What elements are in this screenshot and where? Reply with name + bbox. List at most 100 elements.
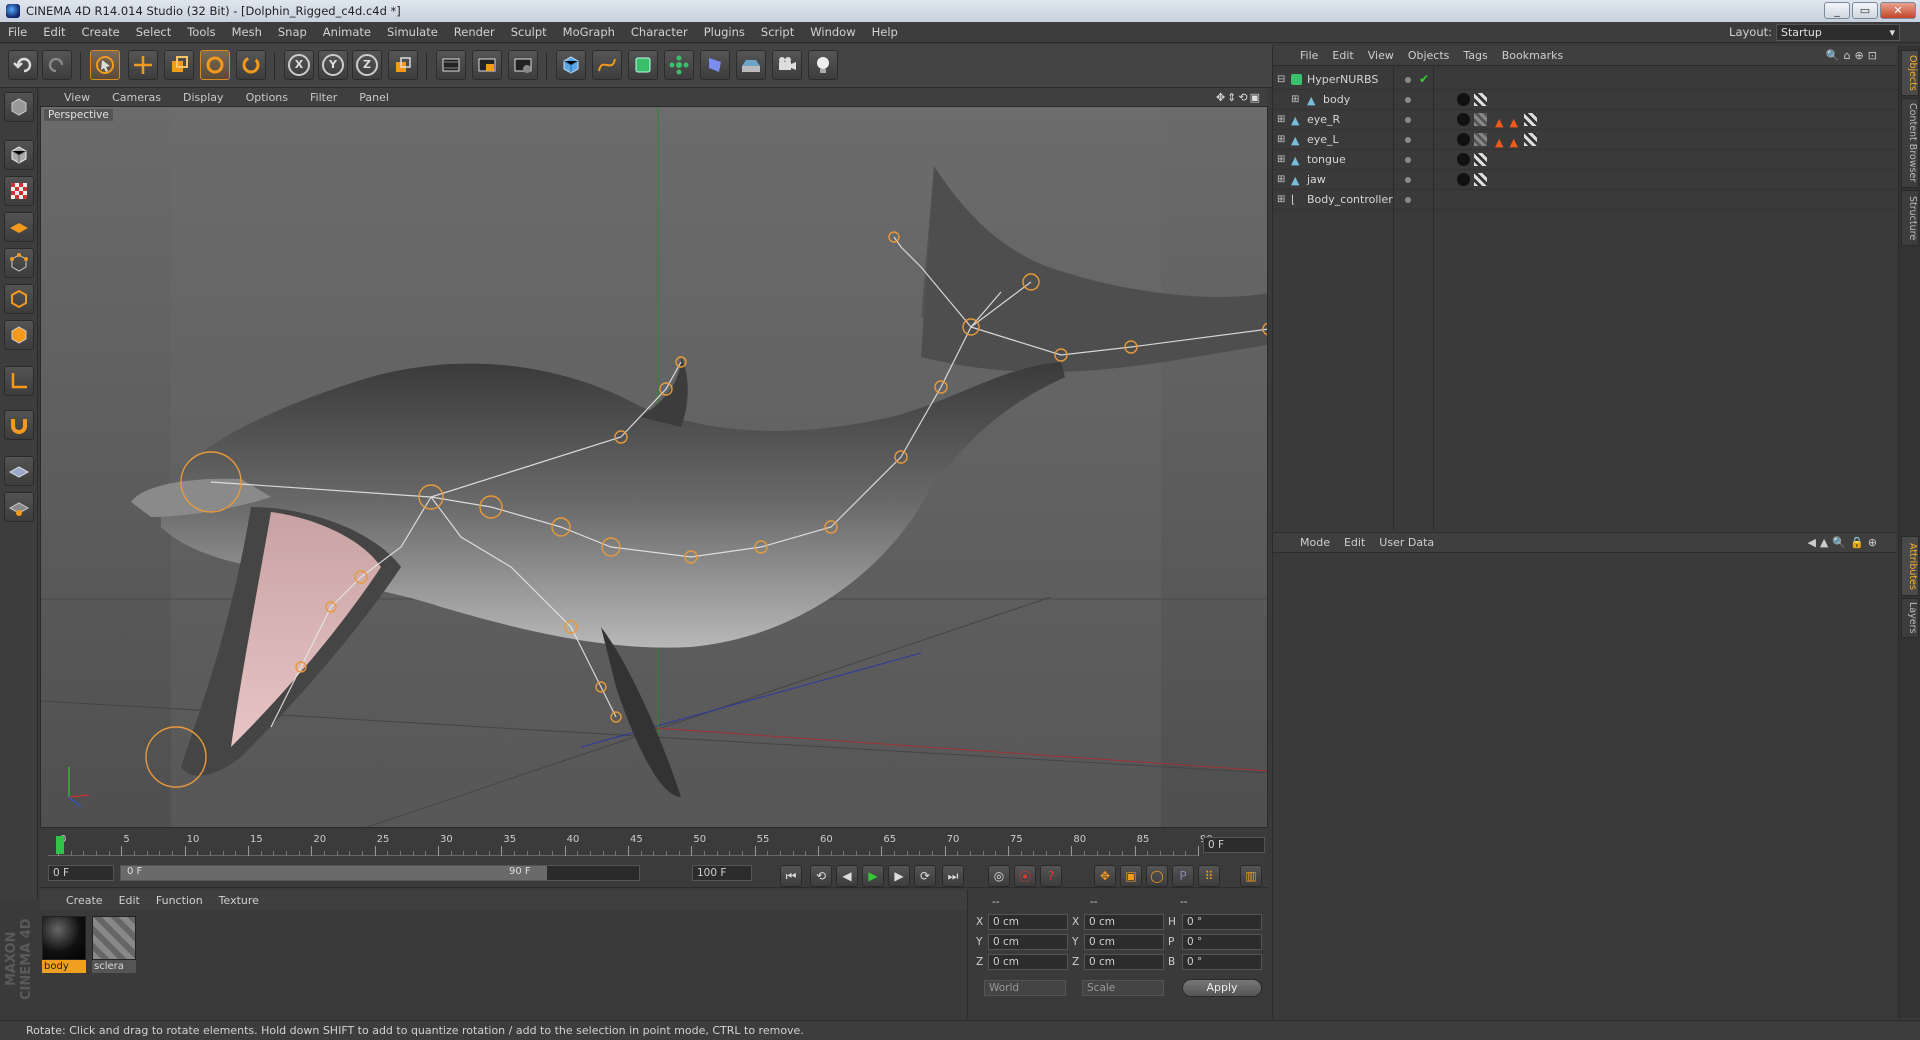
object-name[interactable]: HyperNURBS xyxy=(1307,70,1378,90)
object-name[interactable]: jaw xyxy=(1307,170,1326,190)
play-forward-icon[interactable]: ▶ xyxy=(862,865,884,887)
object-name[interactable]: body xyxy=(1323,90,1350,110)
obj-menu-tags[interactable]: Tags xyxy=(1456,49,1494,62)
deformer-icon[interactable] xyxy=(700,50,730,80)
expand-icon[interactable]: ⊞ xyxy=(1291,94,1299,105)
menu-animate[interactable]: Animate xyxy=(315,25,379,39)
menu-render[interactable]: Render xyxy=(446,25,503,39)
expand-icon[interactable]: ⊞ xyxy=(1277,114,1285,125)
light-icon[interactable] xyxy=(808,50,838,80)
edit-render-settings-icon[interactable] xyxy=(508,50,538,80)
attr-menu-user-data[interactable]: User Data xyxy=(1372,536,1441,549)
expand-icon[interactable]: ⊞ xyxy=(1277,194,1285,205)
camera-icon[interactable] xyxy=(772,50,802,80)
start-frame-field[interactable]: 0 F xyxy=(48,865,114,881)
locked-workplane-icon[interactable] xyxy=(4,456,34,486)
material-sclera[interactable]: sclera xyxy=(92,916,136,973)
menu-help[interactable]: Help xyxy=(864,25,906,39)
rot-h-field[interactable]: 0 ° xyxy=(1182,914,1262,930)
cube-icon[interactable] xyxy=(556,50,586,80)
menu-sculpt[interactable]: Sculpt xyxy=(503,25,555,39)
object-row-body-controller[interactable]: ⊞ ⌊ Body_controller xyxy=(1273,190,1897,210)
go-to-end-icon[interactable]: ⏭ xyxy=(942,865,964,887)
tab-content-browser[interactable]: Content Browser xyxy=(1901,98,1919,188)
floor-icon[interactable] xyxy=(736,50,766,80)
material-menu-edit[interactable]: Edit xyxy=(111,894,148,907)
live-selection-icon[interactable] xyxy=(90,50,120,80)
menu-window[interactable]: Window xyxy=(802,25,863,39)
menu-character[interactable]: Character xyxy=(623,25,696,39)
menu-create[interactable]: Create xyxy=(74,25,128,39)
close-button[interactable]: ✕ xyxy=(1880,2,1916,19)
expand-icon[interactable]: ⊞ xyxy=(1277,154,1285,165)
object-row-hypernurbs[interactable]: ⊟ HyperNURBS ✔ xyxy=(1273,70,1897,90)
coordinate-system-icon[interactable] xyxy=(388,50,418,80)
visibility-dot[interactable] xyxy=(1405,117,1411,123)
rot-b-field[interactable]: 0 ° xyxy=(1182,954,1262,970)
object-row-tongue[interactable]: ⊞ ▲ tongue xyxy=(1273,150,1897,170)
layout-select[interactable]: Startup ▾ xyxy=(1776,24,1900,41)
material-menu-function[interactable]: Function xyxy=(148,894,211,907)
menu-tools[interactable]: Tools xyxy=(179,25,223,39)
visibility-dot[interactable] xyxy=(1405,97,1411,103)
obj-menu-view[interactable]: View xyxy=(1361,49,1401,62)
object-name[interactable]: tongue xyxy=(1307,150,1346,170)
tag-icons[interactable] xyxy=(1437,153,1493,167)
visibility-dot[interactable] xyxy=(1405,77,1411,83)
menu-select[interactable]: Select xyxy=(128,25,179,39)
expand-icon[interactable]: ⊞ xyxy=(1277,174,1285,185)
attr-menu-edit[interactable]: Edit xyxy=(1337,536,1372,549)
pos-y-field[interactable]: 0 cm xyxy=(988,934,1068,950)
visibility-dot[interactable] xyxy=(1405,177,1411,183)
y-axis-icon[interactable]: Y xyxy=(318,50,348,80)
preview-range-slider[interactable]: 0 F 90 F xyxy=(120,865,640,881)
menu-mograph[interactable]: MoGraph xyxy=(555,25,623,39)
edges-mode-icon[interactable] xyxy=(4,284,34,314)
x-axis-icon[interactable]: X xyxy=(284,50,314,80)
menu-edit[interactable]: Edit xyxy=(35,25,73,39)
tab-objects[interactable]: Objects xyxy=(1901,50,1919,96)
record-disabled-icon[interactable]: ◎ xyxy=(988,865,1010,887)
enabled-check-icon[interactable]: ✔ xyxy=(1419,72,1429,86)
previous-frame-icon[interactable]: ◀ xyxy=(836,865,858,887)
viewport-menu-cameras[interactable]: Cameras xyxy=(101,91,172,104)
subdivision-surface-icon[interactable] xyxy=(628,50,658,80)
timeline-window-icon[interactable]: ▥ xyxy=(1240,865,1262,887)
timeline-track[interactable]: 051015202530354045505560657075808590 xyxy=(48,834,1213,856)
size-z-field[interactable]: 0 cm xyxy=(1084,954,1164,970)
visibility-dot[interactable] xyxy=(1405,137,1411,143)
size-x-field[interactable]: 0 cm xyxy=(1084,914,1164,930)
make-editable-icon[interactable] xyxy=(4,92,34,122)
timeline-ruler[interactable]: 051015202530354045505560657075808590 0 F xyxy=(40,830,1268,860)
object-name[interactable]: eye_L xyxy=(1307,130,1339,150)
object-name[interactable]: Body_controller xyxy=(1307,190,1393,210)
end-frame-field[interactable]: 100 F xyxy=(692,865,752,881)
previous-key-icon[interactable]: ⟲ xyxy=(810,865,832,887)
go-to-start-icon[interactable]: ⏮ xyxy=(780,865,802,887)
recent-tool-icon[interactable] xyxy=(236,50,266,80)
record-point-level-icon[interactable]: ⠿ xyxy=(1198,865,1220,887)
record-scale-icon[interactable]: ▣ xyxy=(1120,865,1142,887)
tag-icons[interactable]: ▲ ▲ xyxy=(1437,133,1577,149)
tag-icons[interactable] xyxy=(1437,93,1493,107)
axis-mode-icon[interactable] xyxy=(4,366,34,396)
pos-z-field[interactable]: 0 cm xyxy=(988,954,1068,970)
autokeying-icon[interactable]: ? xyxy=(1040,865,1062,887)
menu-simulate[interactable]: Simulate xyxy=(379,25,446,39)
menu-snap[interactable]: Snap xyxy=(270,25,315,39)
texture-mode-icon[interactable] xyxy=(4,176,34,206)
spline-pen-icon[interactable] xyxy=(592,50,622,80)
obj-menu-edit[interactable]: Edit xyxy=(1325,49,1360,62)
object-name[interactable]: eye_R xyxy=(1307,110,1340,130)
points-mode-icon[interactable] xyxy=(4,248,34,278)
obj-menu-objects[interactable]: Objects xyxy=(1401,49,1457,62)
apply-button[interactable]: Apply xyxy=(1182,979,1262,997)
viewport-menu-panel[interactable]: Panel xyxy=(348,91,400,104)
object-row-eye-r[interactable]: ⊞ ▲ eye_R ▲ ▲ xyxy=(1273,110,1897,130)
3d-viewport[interactable]: Perspective xyxy=(40,106,1268,828)
object-manager-search-icon[interactable]: 🔍⌂⊕⊡ xyxy=(1819,49,1888,62)
viewport-navigation-icons[interactable]: ✥⇕⟲▣ xyxy=(1216,91,1262,104)
object-row-body[interactable]: ⊞ ▲ body xyxy=(1273,90,1897,110)
next-key-icon[interactable]: ⟳ xyxy=(914,865,936,887)
expand-icon[interactable]: ⊞ xyxy=(1277,134,1285,145)
